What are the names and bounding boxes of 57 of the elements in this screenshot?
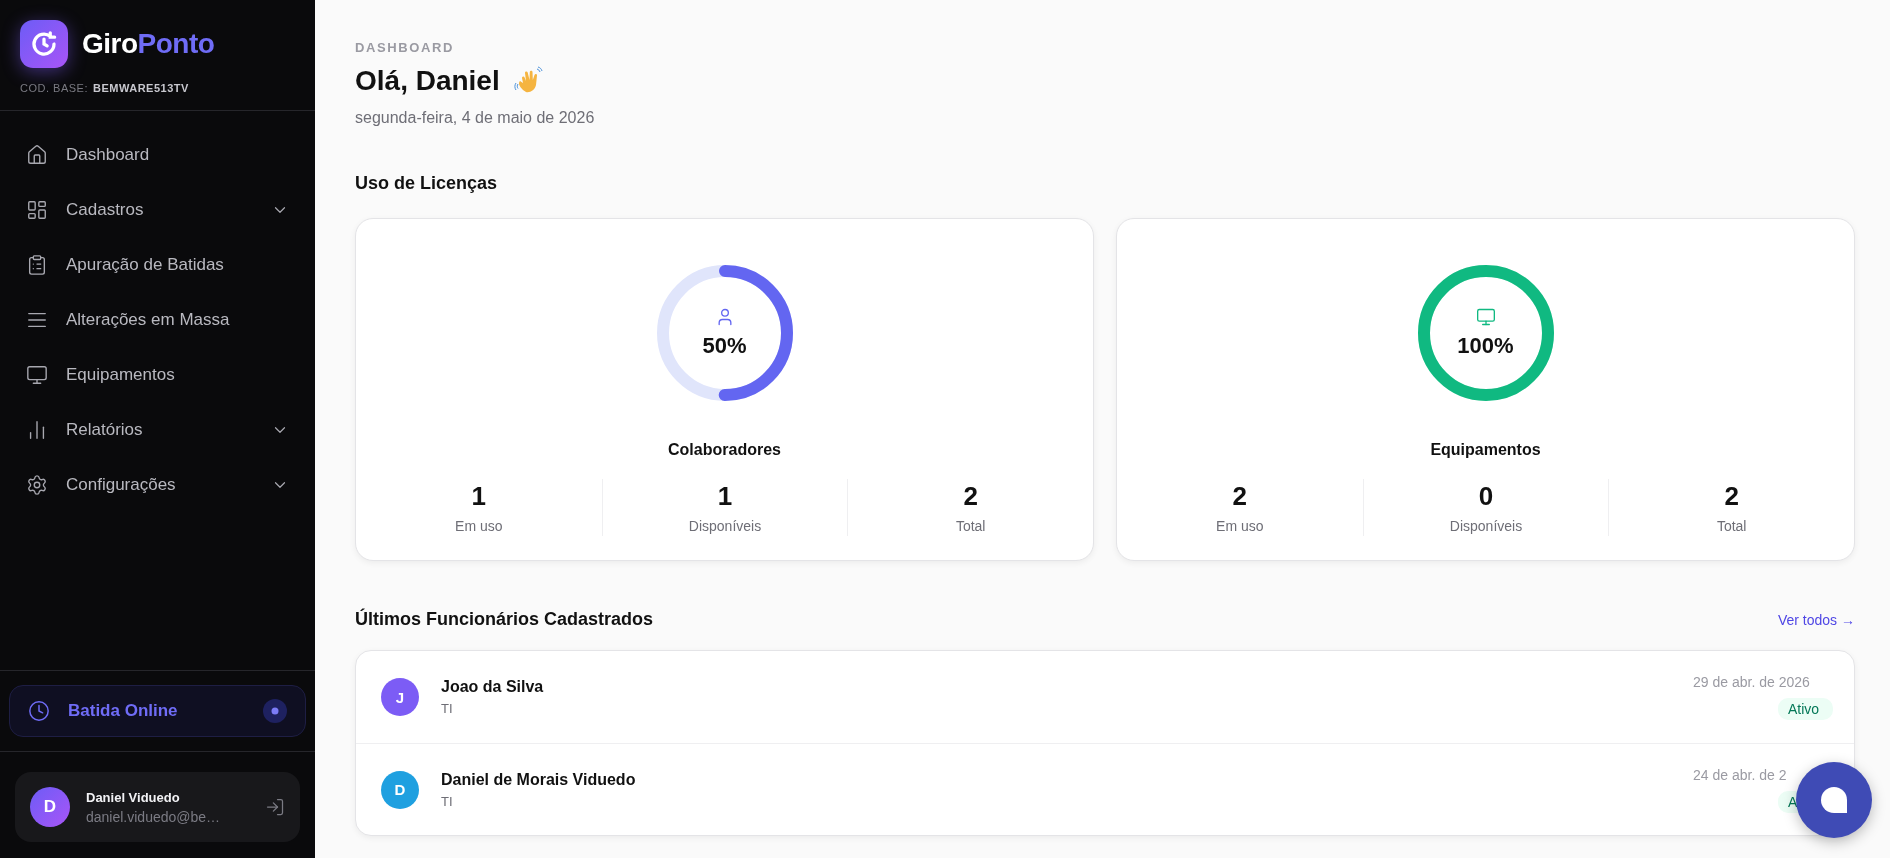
stat-value: 2 xyxy=(963,481,978,512)
nav-item[interactable]: Alterações em Massa xyxy=(14,298,301,342)
stat-value: 1 xyxy=(717,481,733,512)
employee-name: Daniel de Morais Viduedo xyxy=(441,770,637,789)
stat-label: Total xyxy=(955,518,986,534)
employee-avatar: J xyxy=(381,678,419,716)
percent-value: 100% xyxy=(1457,333,1514,359)
stat-label: Total xyxy=(1716,518,1747,534)
section-title: Últimos Funcionários Cadastrados xyxy=(355,609,654,630)
logo-icon xyxy=(20,20,68,68)
nav-item[interactable]: Configurações xyxy=(14,463,301,507)
stat-label: Disponíveis xyxy=(688,518,762,534)
online-punch-button[interactable]: Batida Online xyxy=(9,685,306,737)
status-dot-icon xyxy=(263,699,287,723)
base-label: COD. BASE: xyxy=(20,82,88,94)
registration-date: 24 de abr. de 2 xyxy=(1693,766,1788,783)
nav-item[interactable]: Dashboard xyxy=(14,133,301,177)
stat-label: Em uso xyxy=(455,518,503,534)
card-title: Colaboradores xyxy=(668,441,781,459)
logout-icon[interactable] xyxy=(265,797,285,817)
nav-item[interactable]: Relatórios xyxy=(14,408,301,452)
nav-item[interactable]: Apuração de Batidas xyxy=(14,243,301,287)
employee-department: TI xyxy=(441,701,454,716)
stat-value: 1 xyxy=(471,481,487,512)
monitor-icon xyxy=(26,364,48,386)
stat-value: 2 xyxy=(1724,481,1739,512)
chat-button[interactable] xyxy=(1796,762,1872,838)
stat-label: Disponíveis xyxy=(1449,518,1523,534)
employee-name: Joao da Silva xyxy=(441,678,545,696)
base-code: BEMWARE513TV xyxy=(92,82,189,94)
house-icon xyxy=(26,144,48,166)
card-title: Equipamentos xyxy=(1430,441,1541,459)
see-all-link[interactable]: Ver todos → xyxy=(1777,611,1855,628)
employee-department: TI xyxy=(441,793,454,809)
percent-value: 50% xyxy=(702,333,747,359)
layout-icon xyxy=(26,199,48,221)
section-title: Uso de Licenças xyxy=(355,173,499,194)
gear-icon xyxy=(26,474,48,496)
clipboard-icon xyxy=(26,254,48,276)
brand-name: GiroPonto xyxy=(82,28,215,60)
user-avatar: D xyxy=(30,787,70,827)
stat-label: Em uso xyxy=(1216,518,1264,534)
chat-bubble-icon xyxy=(1819,785,1849,815)
clock-icon xyxy=(28,700,50,722)
user-name: Daniel Viduedo xyxy=(86,789,181,805)
nav-item[interactable]: Cadastros xyxy=(14,188,301,232)
breadcrumb: DASHBOARD xyxy=(355,40,455,55)
nav-item[interactable]: Equipamentos xyxy=(14,353,301,397)
status-badge: Ativo xyxy=(1778,698,1833,720)
employee-avatar: D xyxy=(381,770,419,809)
date-text: segunda-feira, 4 de maio de 2026 xyxy=(355,109,596,127)
stat-value: 2 xyxy=(1232,481,1248,512)
monitor-icon xyxy=(1475,307,1496,327)
registration-date: 29 de abr. de 2026 xyxy=(1693,674,1811,690)
stat-value: 0 xyxy=(1478,481,1494,512)
page-title: Olá, Daniel xyxy=(355,65,500,97)
user-email: daniel.viduedo@be… xyxy=(86,808,222,825)
